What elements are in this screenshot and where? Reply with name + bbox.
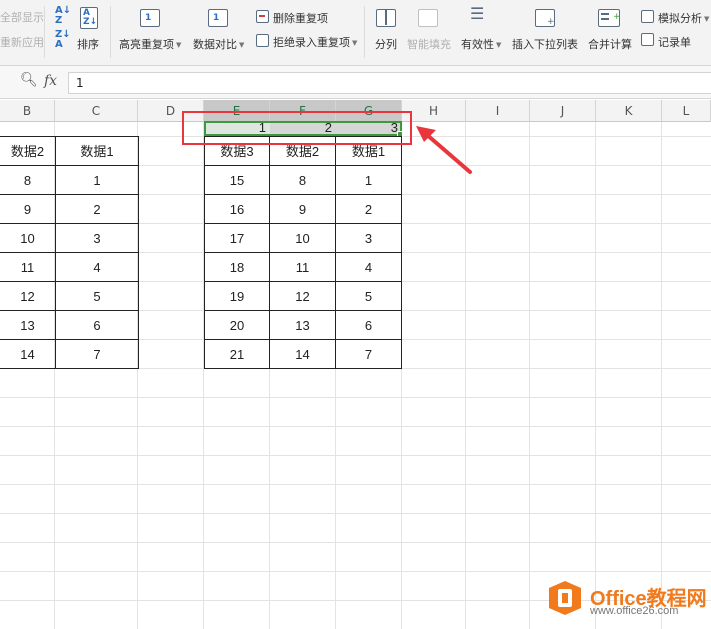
table-cell[interactable]: 19 (205, 282, 270, 311)
simulate-analysis-icon (641, 10, 654, 23)
record-sheet-icon (641, 33, 654, 46)
table-cell[interactable]: 13 (0, 311, 56, 340)
validity-label: 有效性 (461, 38, 494, 51)
table-cell[interactable]: 17 (205, 224, 270, 253)
data-compare-icon: 1 (208, 9, 228, 27)
validity-button[interactable]: 有效性 ▼ (461, 36, 501, 52)
table-cell[interactable]: 5 (56, 282, 139, 311)
ribbon-separator (44, 6, 45, 58)
highlight-duplicates-button[interactable]: 高亮重复项 ▼ (119, 36, 181, 52)
table-cell[interactable]: 6 (336, 311, 402, 340)
table-cell[interactable]: 8 (0, 166, 56, 195)
table-cell[interactable]: 5 (336, 282, 402, 311)
sort-desc-icon[interactable]: Z↓ A (55, 30, 71, 50)
table-cell[interactable]: 11 (270, 253, 336, 282)
table-cell[interactable]: 1 (336, 166, 402, 195)
sort-button[interactable]: 排序 (77, 36, 99, 52)
office-logo-icon (549, 581, 581, 615)
table-cell[interactable]: 7 (336, 340, 402, 369)
table-cell[interactable]: 21 (205, 340, 270, 369)
table-cell[interactable]: 2 (336, 195, 402, 224)
table-cell[interactable]: 14 (0, 340, 56, 369)
table-cell[interactable]: 18 (205, 253, 270, 282)
table-cell[interactable]: 16 (205, 195, 270, 224)
left-data-table: 数据2 数据1 8 1 9 2 10 3 11 4 12 5 13 6 14 7 (0, 136, 139, 369)
simulate-analysis-label: 模拟分析 (658, 12, 702, 25)
right-data-table: 数据3 数据2 数据1 15 8 1 16 9 2 17 10 3 18 11 … (204, 136, 402, 369)
table-cell[interactable]: 4 (56, 253, 139, 282)
table-header-cell[interactable]: 数据2 (0, 137, 56, 166)
ribbon-toolbar: 全部显示 重新应用 A↓ Z Z↓ A A Z↓ 排序 1 高亮重复项 ▼ 1 数据对比… (0, 0, 711, 66)
annotation-arrow-icon (416, 126, 472, 174)
table-cell[interactable]: 7 (56, 340, 139, 369)
column-header-k[interactable]: K (596, 100, 662, 122)
delete-duplicates-icon (256, 10, 269, 23)
highlight-duplicates-label: 高亮重复项 (119, 38, 174, 51)
split-columns-button[interactable]: 分列 (375, 36, 397, 52)
table-cell[interactable]: 2 (56, 195, 139, 224)
split-columns-icon (376, 9, 396, 27)
table-cell[interactable]: 3 (56, 224, 139, 253)
table-cell[interactable]: 3 (336, 224, 402, 253)
smart-fill-icon (418, 9, 438, 27)
fx-icon[interactable]: fx (44, 73, 57, 89)
column-header-l[interactable]: L (662, 100, 711, 122)
ribbon-separator (110, 6, 111, 58)
reapply-button[interactable]: 重新应用 (0, 34, 44, 50)
watermark-brand-url: www.office26.com (590, 605, 679, 617)
table-cell[interactable]: 4 (336, 253, 402, 282)
annotation-highlight-box (182, 111, 412, 145)
table-cell[interactable]: 10 (0, 224, 56, 253)
column-header-i[interactable]: I (466, 100, 530, 122)
reject-duplicates-label: 拒绝录入重复项 (273, 36, 350, 49)
table-header-cell[interactable]: 数据1 (56, 137, 139, 166)
sort-icon: A Z↓ (80, 7, 98, 29)
table-cell[interactable]: 12 (0, 282, 56, 311)
delete-duplicates-button[interactable]: 删除重复项 (273, 10, 328, 26)
validity-icon: ☰ (470, 4, 485, 23)
reject-duplicates-icon (256, 34, 269, 47)
table-cell[interactable]: 15 (205, 166, 270, 195)
insert-dropdown-icon: + (535, 9, 555, 27)
table-cell[interactable]: 9 (270, 195, 336, 224)
record-sheet-button[interactable]: 记录单 (658, 34, 691, 50)
table-cell[interactable]: 6 (56, 311, 139, 340)
column-header-b[interactable]: B (0, 100, 55, 122)
highlight-duplicates-icon: 1 (140, 9, 160, 27)
zoom-function-icon[interactable]: 🔍︎ (20, 72, 38, 88)
reject-duplicates-button[interactable]: 拒绝录入重复项 ▼ (273, 34, 357, 50)
sort-asc-icon[interactable]: A↓ Z (55, 6, 71, 26)
table-cell[interactable]: 11 (0, 253, 56, 282)
insert-dropdown-button[interactable]: 插入下拉列表 (512, 36, 578, 52)
ribbon-separator (364, 6, 365, 58)
table-cell[interactable]: 8 (270, 166, 336, 195)
table-cell[interactable]: 13 (270, 311, 336, 340)
data-compare-button[interactable]: 数据对比 ▼ (193, 36, 244, 52)
data-compare-label: 数据对比 (193, 38, 237, 51)
table-cell[interactable]: 12 (270, 282, 336, 311)
show-all-button[interactable]: 全部显示 (0, 9, 44, 25)
table-cell[interactable]: 14 (270, 340, 336, 369)
formula-bar: 🔍︎ fx 1 (0, 66, 711, 99)
smart-fill-button[interactable]: 智能填充 (407, 36, 451, 52)
column-header-c[interactable]: C (55, 100, 138, 122)
table-cell[interactable]: 9 (0, 195, 56, 224)
simulate-analysis-button[interactable]: 模拟分析 ▼ (658, 10, 709, 26)
merge-calculate-icon: + (598, 9, 621, 27)
table-cell[interactable]: 1 (56, 166, 139, 195)
merge-calculate-button[interactable]: 合并计算 (588, 36, 632, 52)
table-cell[interactable]: 10 (270, 224, 336, 253)
column-header-j[interactable]: J (530, 100, 596, 122)
table-cell[interactable]: 20 (205, 311, 270, 340)
formula-input[interactable]: 1 (68, 72, 711, 94)
